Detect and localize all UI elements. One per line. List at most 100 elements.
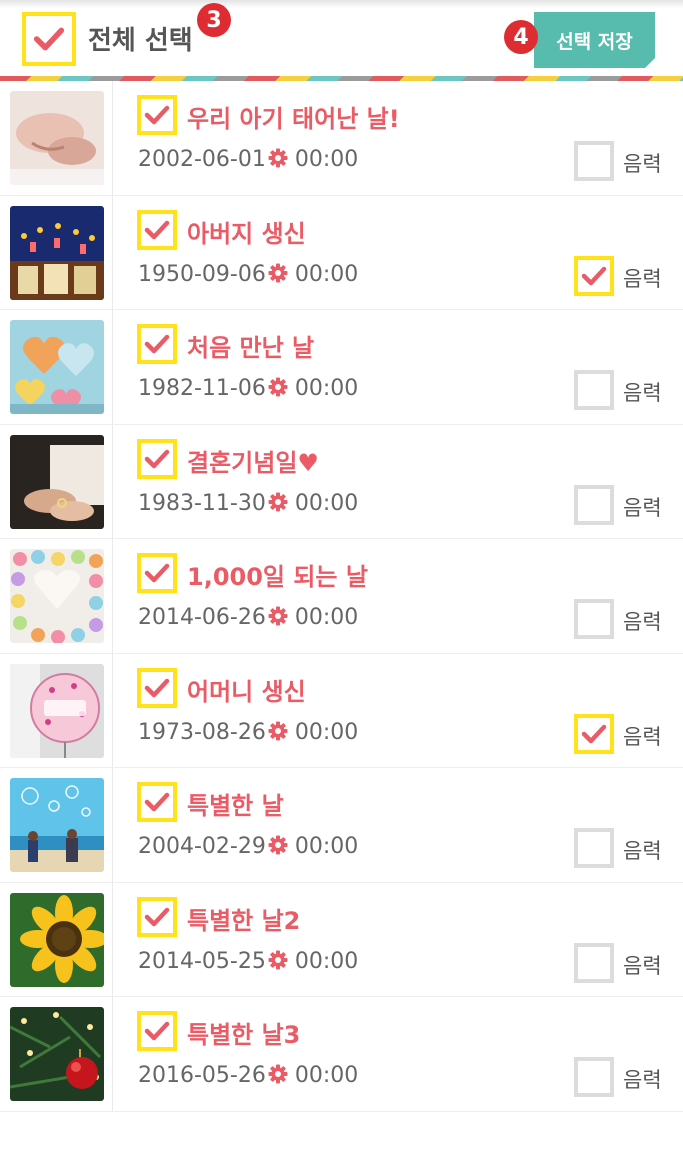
checkmark-icon [144, 563, 170, 583]
gear-icon [268, 492, 288, 511]
item-title[interactable]: 결혼기념일♥ [187, 443, 319, 478]
list-item-8: 특별한 날2 2014-05-25 00:00 음력 [0, 882, 683, 997]
gear-icon [268, 835, 288, 855]
item-time: 00:00 [294, 1063, 359, 1088]
checkmark-icon [144, 220, 170, 239]
candy-hearts-photo[interactable] [10, 320, 104, 414]
item-datetime: 1950-09-06 00:00 [138, 262, 358, 287]
checkmark-icon [581, 266, 607, 285]
save-selection-button[interactable]: 선택 저장 [534, 12, 655, 68]
item-datetime: 2002-06-01 00:00 [138, 147, 358, 172]
baby-hands-photo[interactable] [10, 91, 104, 185]
lunar-checkbox[interactable] [574, 713, 614, 754]
anniversary-list: 우리 아기 태어난 날! 2002-06-01 00:00 음력 아버지 생신 1… [0, 81, 683, 1112]
item-date: 2014-06-26 [138, 605, 266, 630]
birthday-balloon-photo[interactable] [10, 663, 104, 758]
item-date: 2004-02-29 [138, 834, 266, 859]
lunar-checkbox[interactable] [574, 942, 614, 983]
item-datetime: 1973-08-26 00:00 [138, 720, 358, 745]
lunar-checkbox[interactable] [574, 1057, 614, 1097]
item-datetime: 2004-02-29 00:00 [138, 834, 358, 859]
item-checkbox[interactable] [137, 324, 177, 364]
thumbnail-column [0, 195, 113, 309]
item-checkbox[interactable] [137, 209, 177, 250]
birthday-cake-photo[interactable] [10, 205, 104, 300]
checkmark-icon [144, 907, 170, 926]
list-item-9: 특별한 날3 2016-05-26 00:00 음력 [0, 997, 683, 1112]
lunar-checkbox[interactable] [574, 141, 614, 181]
item-checkbox[interactable] [137, 553, 177, 593]
checkmark-icon [144, 334, 170, 354]
item-checkbox[interactable] [137, 782, 177, 822]
gear-icon [268, 148, 288, 168]
lunar-label: 음력 [623, 1068, 662, 1092]
item-title[interactable]: 1,000일 되는 날 [187, 557, 368, 592]
step-badge-4: 4 [504, 20, 538, 54]
lunar-checkbox[interactable] [574, 484, 614, 525]
item-datetime: 1982-11-06 00:00 [138, 376, 358, 401]
item-time: 00:00 [294, 719, 359, 745]
item-title[interactable]: 아버지 생신 [187, 214, 306, 249]
checkmark-icon [581, 724, 607, 743]
lunar-label: 음력 [623, 724, 662, 749]
item-date: 1983-11-30 [138, 490, 266, 516]
thumbnail-column [0, 997, 113, 1111]
lunar-checkbox[interactable] [574, 828, 614, 868]
list-item-2: 아버지 생신 1950-09-06 00:00 음력 [0, 195, 683, 310]
lunar-checkbox[interactable] [574, 255, 614, 296]
item-date: 1950-09-06 [138, 261, 266, 287]
item-time: 00:00 [294, 490, 359, 516]
item-datetime: 2016-05-26 00:00 [138, 1063, 358, 1088]
item-title[interactable]: 우리 아기 태어난 날! [187, 99, 400, 134]
beach-bubbles-photo[interactable] [10, 778, 104, 872]
lunar-checkbox[interactable] [574, 599, 614, 639]
christmas-ornament-photo[interactable] [10, 1007, 104, 1101]
item-title[interactable]: 특별한 날2 [187, 901, 300, 936]
thumbnail-column [0, 768, 113, 882]
item-time: 00:00 [294, 605, 359, 630]
wedding-hands-photo[interactable] [10, 434, 104, 529]
item-date: 1973-08-26 [138, 719, 266, 745]
heart-candies-photo[interactable] [10, 549, 104, 643]
thumbnail-column [0, 81, 113, 195]
lunar-label: 음력 [623, 381, 662, 405]
lunar-label: 음력 [623, 152, 662, 176]
checkmark-icon [144, 1021, 170, 1041]
gear-icon [268, 721, 288, 740]
lunar-label: 음력 [623, 953, 662, 978]
lunar-label: 음력 [623, 839, 662, 863]
item-date: 2014-05-25 [138, 948, 266, 974]
item-title[interactable]: 특별한 날 [187, 786, 284, 821]
list-item-3: 처음 만난 날 1982-11-06 00:00 음력 [0, 310, 683, 425]
checkmark-icon [144, 105, 170, 125]
select-all-checkbox[interactable] [22, 12, 76, 66]
list-item-5: 1,000일 되는 날 2014-06-26 00:00 음력 [0, 539, 683, 654]
item-datetime: 2014-05-25 00:00 [138, 949, 358, 974]
list-item-6: 어머니 생신 1973-08-26 00:00 음력 [0, 653, 683, 768]
item-checkbox[interactable] [137, 896, 177, 937]
gear-icon [268, 950, 288, 969]
item-time: 00:00 [294, 376, 359, 401]
thumbnail-column [0, 539, 113, 653]
sunflower-photo[interactable] [10, 892, 104, 987]
item-checkbox[interactable] [137, 438, 177, 479]
lunar-checkbox[interactable] [574, 370, 614, 410]
lunar-label: 음력 [623, 610, 662, 634]
item-checkbox[interactable] [137, 95, 177, 135]
item-time: 00:00 [294, 147, 359, 172]
item-title[interactable]: 처음 만난 날 [187, 328, 314, 363]
item-title[interactable]: 어머니 생신 [187, 672, 306, 707]
gear-icon [268, 1064, 288, 1084]
item-checkbox[interactable] [137, 1011, 177, 1051]
item-date: 1982-11-06 [138, 376, 266, 401]
step-badge-3: 3 [197, 3, 231, 37]
item-title[interactable]: 특별한 날3 [187, 1015, 300, 1050]
select-all-label[interactable]: 전체 선택 [88, 20, 193, 57]
gear-icon [268, 377, 288, 397]
gear-icon [268, 606, 288, 626]
item-checkbox[interactable] [137, 667, 177, 708]
checkmark-icon [33, 27, 65, 51]
thumbnail-column [0, 424, 113, 538]
item-date: 2016-05-26 [138, 1063, 266, 1088]
checkmark-icon [144, 678, 170, 697]
